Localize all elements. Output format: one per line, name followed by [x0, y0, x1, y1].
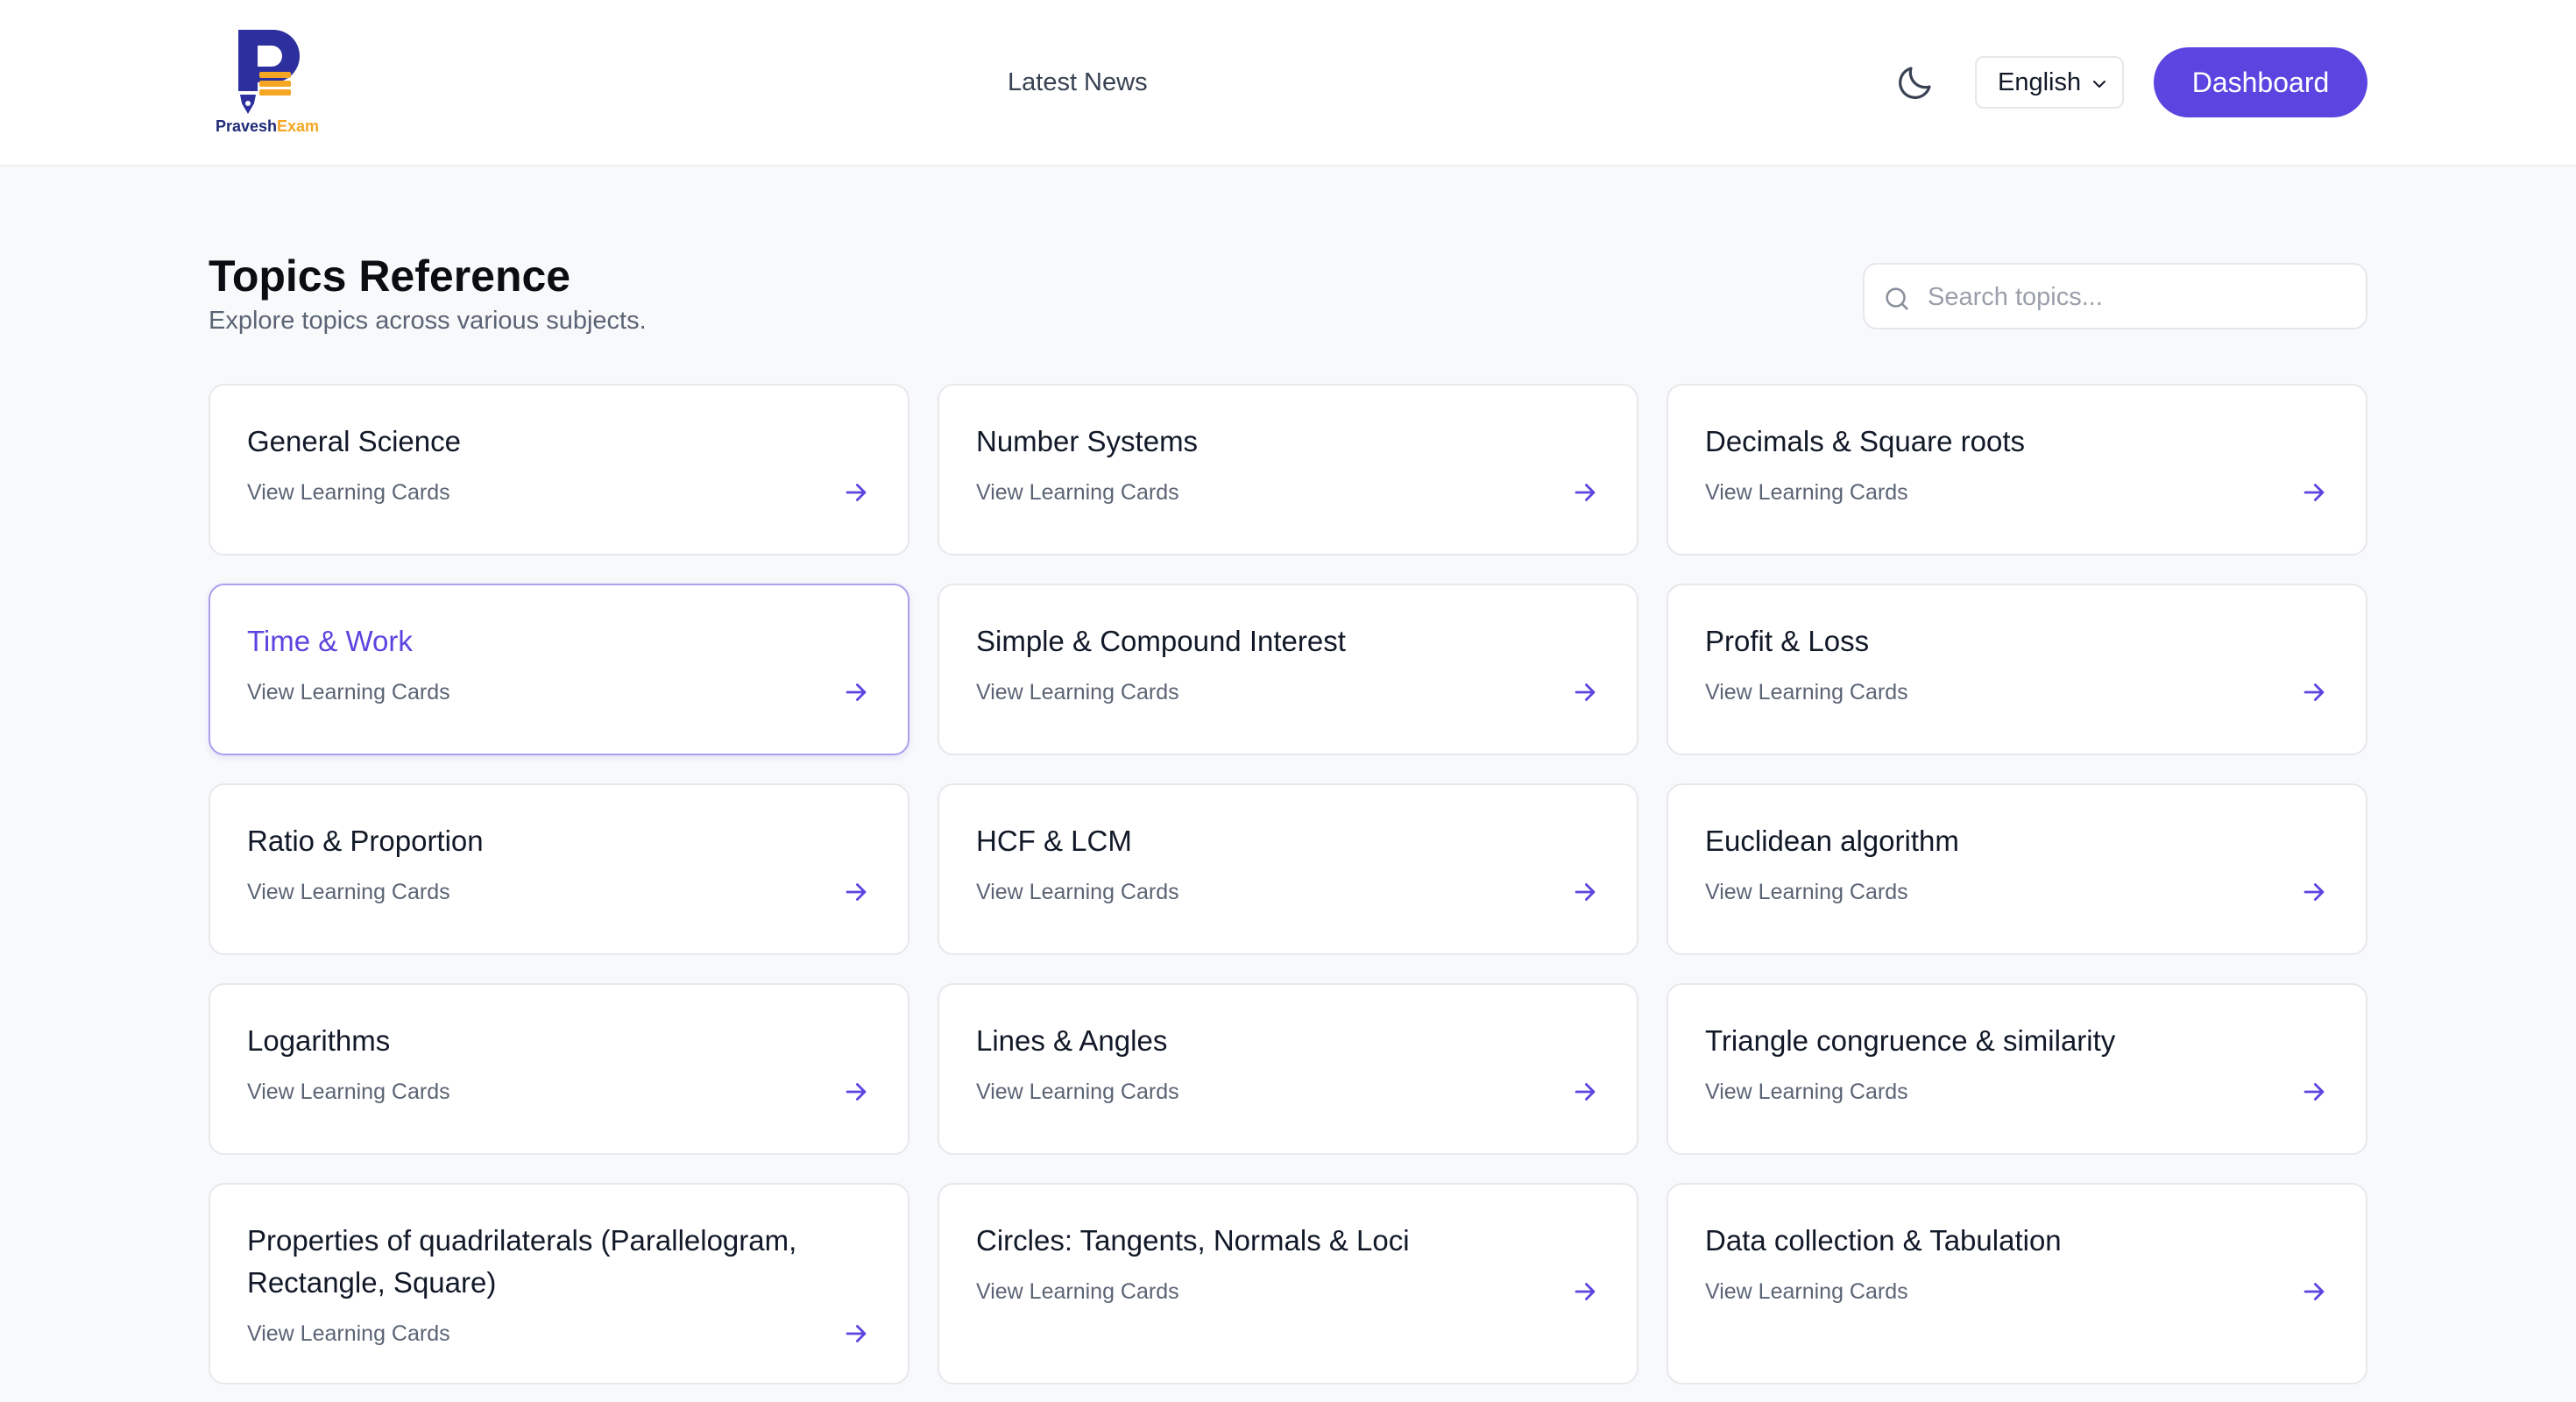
- view-learning-cards-link[interactable]: View Learning Cards: [976, 480, 1179, 506]
- language-select[interactable]: English: [1975, 56, 2124, 109]
- top-header: PraveshExam Latest News English Dashboar…: [0, 0, 2576, 166]
- theme-toggle-button[interactable]: [1894, 61, 1936, 103]
- topic-footer: View Learning Cards: [976, 1274, 1600, 1309]
- topic-footer: View Learning Cards: [1705, 1274, 2329, 1309]
- topic-title: Simple & Compound Interest: [976, 625, 1346, 657]
- topic-card[interactable]: Lines & Angles View Learning Cards: [938, 983, 1638, 1155]
- topic-card[interactable]: HCF & LCM View Learning Cards: [938, 783, 1638, 955]
- view-learning-cards-link[interactable]: View Learning Cards: [1705, 680, 1908, 705]
- arrow-right-icon[interactable]: [841, 478, 871, 507]
- search-box: [1863, 263, 2367, 329]
- topic-footer: View Learning Cards: [976, 475, 1600, 510]
- arrow-right-icon[interactable]: [841, 1077, 871, 1107]
- view-learning-cards-link[interactable]: View Learning Cards: [247, 1321, 450, 1347]
- topic-footer: View Learning Cards: [247, 1074, 871, 1109]
- topic-footer: View Learning Cards: [1705, 675, 2329, 710]
- topic-footer: View Learning Cards: [247, 874, 871, 910]
- topic-card[interactable]: General Science View Learning Cards: [209, 384, 909, 556]
- topic-card[interactable]: Logarithms View Learning Cards: [209, 983, 909, 1155]
- topic-card[interactable]: Euclidean algorithm View Learning Cards: [1667, 783, 2367, 955]
- topic-footer: View Learning Cards: [976, 874, 1600, 910]
- topic-title: Profit & Loss: [1705, 625, 1870, 657]
- arrow-right-icon[interactable]: [841, 677, 871, 707]
- topic-footer: View Learning Cards: [247, 675, 871, 710]
- arrow-right-icon[interactable]: [1570, 1077, 1600, 1107]
- search-input[interactable]: [1928, 277, 2348, 317]
- dashboard-button[interactable]: Dashboard: [2154, 47, 2367, 117]
- topic-card[interactable]: Properties of quadrilaterals (Parallelog…: [209, 1183, 909, 1384]
- view-learning-cards-link[interactable]: View Learning Cards: [976, 680, 1179, 705]
- view-learning-cards-link[interactable]: View Learning Cards: [1705, 1279, 1908, 1305]
- topic-title: Euclidean algorithm: [1705, 825, 1959, 857]
- topic-card[interactable]: Data collection & Tabulation View Learni…: [1667, 1183, 2367, 1384]
- arrow-right-icon[interactable]: [841, 877, 871, 907]
- arrow-right-icon[interactable]: [2299, 1277, 2329, 1306]
- topic-title: Time & Work: [247, 625, 413, 657]
- topic-footer: View Learning Cards: [247, 1316, 871, 1351]
- topic-title: Triangle congruence & similarity: [1705, 1024, 2116, 1057]
- topics-grid: General Science View Learning Cards Numb…: [209, 384, 2367, 1384]
- pravesh-exam-logo[interactable]: PraveshExam: [210, 26, 324, 140]
- topic-title: General Science: [247, 425, 461, 457]
- topic-footer: View Learning Cards: [247, 475, 871, 510]
- topic-footer: View Learning Cards: [1705, 475, 2329, 510]
- topic-card[interactable]: Profit & Loss View Learning Cards: [1667, 584, 2367, 755]
- arrow-right-icon[interactable]: [2299, 877, 2329, 907]
- view-learning-cards-link[interactable]: View Learning Cards: [247, 480, 450, 506]
- topic-footer: View Learning Cards: [1705, 1074, 2329, 1109]
- arrow-right-icon[interactable]: [1570, 478, 1600, 507]
- topic-card-active[interactable]: Time & Work View Learning Cards: [209, 584, 909, 755]
- arrow-right-icon[interactable]: [1570, 1277, 1600, 1306]
- view-learning-cards-link[interactable]: View Learning Cards: [247, 1080, 450, 1105]
- page-subtitle: Explore topics across various subjects.: [209, 307, 647, 335]
- topic-card[interactable]: Decimals & Square roots View Learning Ca…: [1667, 384, 2367, 556]
- view-learning-cards-link[interactable]: View Learning Cards: [976, 880, 1179, 905]
- topic-footer: View Learning Cards: [976, 675, 1600, 710]
- topic-title: Decimals & Square roots: [1705, 425, 2025, 457]
- search-icon: [1886, 287, 1908, 310]
- logo-mark-icon: [238, 30, 300, 114]
- topic-title: Logarithms: [247, 1024, 391, 1057]
- view-learning-cards-link[interactable]: View Learning Cards: [976, 1279, 1179, 1305]
- arrow-right-icon[interactable]: [841, 1319, 871, 1349]
- logo-wordmark: PraveshExam: [215, 117, 320, 135]
- view-learning-cards-link[interactable]: View Learning Cards: [247, 880, 450, 905]
- topic-title: Circles: Tangents, Normals & Loci: [976, 1224, 1410, 1257]
- topic-card[interactable]: Simple & Compound Interest View Learning…: [938, 584, 1638, 755]
- topic-title: HCF & LCM: [976, 825, 1132, 857]
- view-learning-cards-link[interactable]: View Learning Cards: [247, 680, 450, 705]
- topic-card[interactable]: Number Systems View Learning Cards: [938, 384, 1638, 556]
- topic-footer: View Learning Cards: [976, 1074, 1600, 1109]
- view-learning-cards-link[interactable]: View Learning Cards: [1705, 480, 1908, 506]
- view-learning-cards-link[interactable]: View Learning Cards: [1705, 880, 1908, 905]
- topic-card[interactable]: Circles: Tangents, Normals & Loci View L…: [938, 1183, 1638, 1384]
- page-title: Topics Reference: [209, 251, 571, 301]
- arrow-right-icon[interactable]: [2299, 677, 2329, 707]
- arrow-right-icon[interactable]: [1570, 877, 1600, 907]
- topic-title: Ratio & Proportion: [247, 825, 484, 857]
- arrow-right-icon[interactable]: [2299, 1077, 2329, 1107]
- nav-latest-news[interactable]: Latest News: [1008, 63, 1148, 102]
- topic-title: Properties of quadrilaterals (Parallelog…: [247, 1224, 797, 1299]
- topic-footer: View Learning Cards: [1705, 874, 2329, 910]
- topic-title: Data collection & Tabulation: [1705, 1224, 2062, 1257]
- arrow-right-icon[interactable]: [2299, 478, 2329, 507]
- moon-icon: [1899, 67, 1931, 99]
- view-learning-cards-link[interactable]: View Learning Cards: [1705, 1080, 1908, 1105]
- topic-title: Number Systems: [976, 425, 1199, 457]
- language-selected-value: English: [1998, 67, 2082, 96]
- topic-title: Lines & Angles: [976, 1024, 1168, 1057]
- arrow-right-icon[interactable]: [1570, 677, 1600, 707]
- chevron-down-icon: [2093, 81, 2105, 88]
- view-learning-cards-link[interactable]: View Learning Cards: [976, 1080, 1179, 1105]
- topic-card[interactable]: Ratio & Proportion View Learning Cards: [209, 783, 909, 955]
- topic-card[interactable]: Triangle congruence & similarity View Le…: [1667, 983, 2367, 1155]
